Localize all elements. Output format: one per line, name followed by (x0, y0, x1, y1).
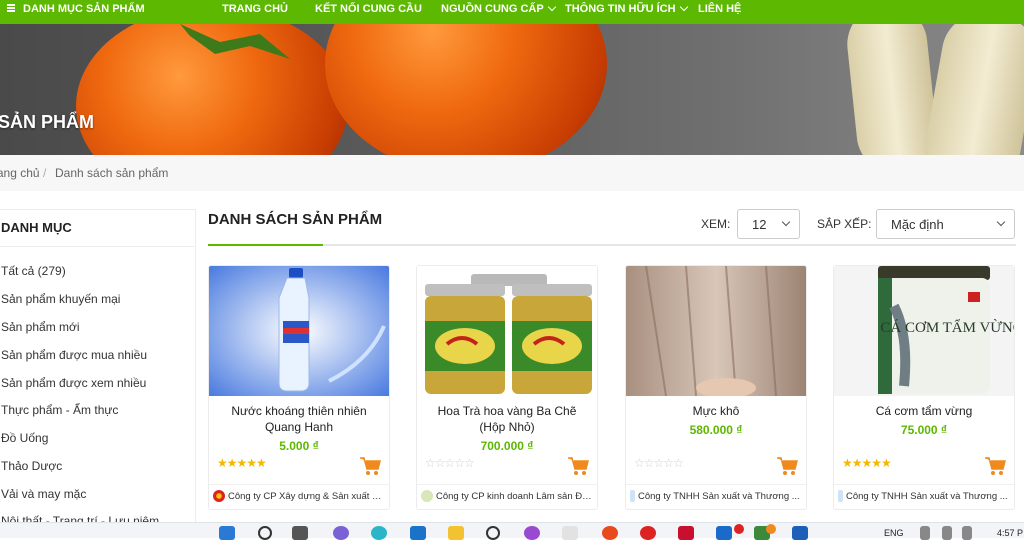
sidebar-item-new[interactable]: Sản phẩm mới (1, 320, 80, 334)
nav-contact[interactable]: LIÊN HỆ (698, 1, 741, 17)
seller-logo-icon (838, 490, 843, 502)
product-image[interactable] (209, 266, 389, 396)
seller-logo-icon (213, 490, 225, 502)
chevron-down-icon (781, 217, 791, 227)
product-name[interactable]: Hoa Trà hoa vàng Ba Chẽ (Hộp Nhỏ) (423, 403, 591, 435)
view-label: XEM: (701, 217, 731, 231)
seller-name: Công ty TNHH Sản xuất và Thương ... (638, 491, 800, 502)
product-price: 580.000 ₫ (689, 423, 743, 437)
products-title: DANH SÁCH SẢN PHẨM (208, 211, 383, 228)
taskbar: ENG 4:57 P (0, 522, 1024, 540)
product-price: 5.000 ₫ (279, 439, 319, 453)
cart-icon[interactable] (776, 456, 798, 476)
chevron-down-icon (996, 217, 1006, 227)
divider (834, 484, 1014, 485)
hero-banner: SẢN PHẨM (0, 24, 1024, 155)
notification-badge (766, 524, 776, 534)
product-price: 75.000 ₫ (900, 423, 948, 437)
cart-icon[interactable] (984, 456, 1006, 476)
tomato-stem-image (180, 24, 290, 59)
nav-connect[interactable]: KẾT NỐI CUNG CẦU (315, 1, 422, 17)
product-price: 700.000 ₫ (480, 439, 534, 453)
seller-name: Công ty CP Xây dựng & Sản xuất Bia... (228, 491, 387, 502)
sidebar-item-all[interactable]: Tất cả (279) (1, 264, 66, 278)
sort-select[interactable]: Mặc định (876, 209, 1015, 239)
top-nav: DANH MỤC SẢN PHẨM TRANG CHỦ KẾT NỐI CUNG… (0, 0, 1024, 24)
seller-link[interactable]: Công ty CP kinh doanh Lâm sản Đạ... (421, 490, 595, 502)
cart-icon[interactable] (359, 456, 381, 476)
product-card[interactable]: Nước khoáng thiên nhiên Quang Hanh 5.000… (208, 265, 390, 510)
sidebar-item-promotion[interactable]: Sản phẩm khuyến mại (1, 292, 120, 306)
notification-badge (734, 524, 744, 534)
divider (417, 484, 597, 485)
breadcrumb-separator: / (43, 166, 47, 180)
rating-stars: ☆☆☆☆☆ (425, 456, 475, 470)
breadcrumb-current: Danh sách sản phẩm (55, 166, 169, 180)
rating-stars: ★★★★★ (217, 456, 267, 470)
seller-logo-icon (421, 490, 433, 502)
seller-link[interactable]: Công ty TNHH Sản xuất và Thương ... (630, 490, 804, 502)
divider (209, 484, 389, 485)
sort-label: SẮP XẾP: (817, 217, 872, 231)
sidebar-item-best-selling[interactable]: Sản phẩm được mua nhiều (1, 348, 147, 362)
nav-suppliers[interactable]: NGUỒN CUNG CẤP (441, 1, 556, 17)
clock[interactable]: 4:57 P (997, 528, 1023, 538)
chevron-down-icon (679, 2, 688, 12)
breadcrumb: Trang chủ / Danh sách sản phẩm (0, 155, 1024, 191)
language-indicator[interactable]: ENG (884, 528, 904, 538)
seller-name: Công ty TNHH Sản xuất và Thương ... (846, 491, 1008, 502)
chevron-down-icon (547, 2, 556, 12)
sidebar-item-textiles[interactable]: Vải và may mặc (1, 487, 86, 501)
divider (0, 246, 194, 247)
seller-logo-icon (630, 490, 635, 502)
seller-link[interactable]: Công ty TNHH Sản xuất và Thương ... (838, 490, 1012, 502)
sidebar-item-food[interactable]: Thực phẩm - Ẩm thực (1, 403, 118, 417)
vegetable-image (919, 24, 1024, 155)
sidebar-item-herbs[interactable]: Thảo Dược (1, 459, 62, 473)
divider (208, 244, 1016, 246)
product-name[interactable]: Mực khô (632, 403, 800, 419)
page-title: SẢN PHẨM (0, 112, 95, 132)
rating-stars: ★★★★★ (842, 456, 892, 470)
nav-info-label: THÔNG TIN HỮU ÍCH (565, 3, 676, 15)
product-image[interactable] (417, 266, 597, 396)
product-card[interactable]: CÁ CƠM TẨM VỪNG Cá cơm tẩm vừng 75.000 ₫… (833, 265, 1015, 510)
nav-suppliers-label: NGUỒN CUNG CẤP (441, 3, 544, 15)
menu-icon (7, 4, 15, 12)
seller-link[interactable]: Công ty CP Xây dựng & Sản xuất Bia... (213, 490, 387, 502)
product-name[interactable]: Cá cơm tẩm vừng (840, 403, 1008, 419)
sidebar-title: DANH MỤC (1, 220, 72, 235)
sidebar-item-most-viewed[interactable]: Sản phẩm được xem nhiều (1, 376, 146, 390)
breadcrumb-home[interactable]: Trang chủ (0, 166, 40, 180)
divider (626, 484, 806, 485)
cart-icon[interactable] (567, 456, 589, 476)
sidebar-item-drinks[interactable]: Đồ Uống (1, 431, 48, 445)
product-image[interactable]: CÁ CƠM TẨM VỪNG (834, 266, 1014, 396)
sort-value: Mặc định (891, 217, 944, 232)
nav-home[interactable]: TRANG CHỦ (222, 1, 288, 17)
product-card[interactable]: Hoa Trà hoa vàng Ba Chẽ (Hộp Nhỏ) 700.00… (416, 265, 598, 510)
product-name[interactable]: Nước khoáng thiên nhiên Quang Hanh (215, 403, 383, 435)
view-count-value: 12 (752, 217, 767, 232)
product-card[interactable]: Mực khô 580.000 ₫ ☆☆☆☆☆ Công ty TNHH Sản… (625, 265, 807, 510)
tomato-image (325, 24, 607, 155)
rating-stars: ☆☆☆☆☆ (634, 456, 684, 470)
nav-info[interactable]: THÔNG TIN HỮU ÍCH (565, 1, 688, 17)
product-image[interactable] (626, 266, 806, 396)
product-label-text: CÁ CƠM TẨM VỪNG (880, 318, 1014, 336)
seller-name: Công ty CP kinh doanh Lâm sản Đạ... (436, 491, 595, 502)
nav-categories[interactable]: DANH MỤC SẢN PHẨM (23, 1, 145, 17)
category-sidebar: DANH MỤC Tất cả (279) Sản phẩm khuyến mạ… (0, 209, 196, 538)
view-count-select[interactable]: 12 (737, 209, 800, 239)
